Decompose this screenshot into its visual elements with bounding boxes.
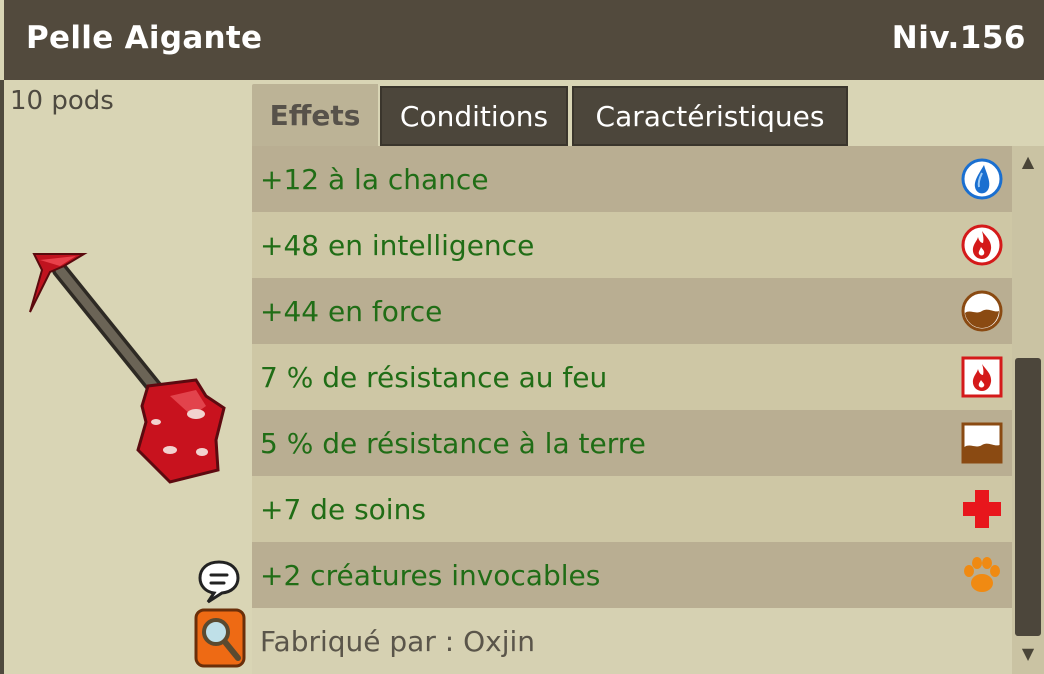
paw-icon	[964, 557, 1000, 592]
chat-bubble-icon[interactable]	[194, 556, 244, 606]
effect-row: +2 créatures invocables	[252, 542, 1012, 608]
tab-caracteristiques[interactable]: Caractéristiques	[572, 86, 848, 146]
item-weight: 10 pods	[10, 86, 114, 116]
effect-text: 7 % de résistance au feu	[260, 360, 608, 394]
item-tooltip-window: Pelle Aigante Niv.156 10 pods Effets Con	[0, 0, 1044, 674]
water-icon	[961, 158, 1003, 200]
effect-row: 7 % de résistance au feu	[252, 344, 1012, 410]
effects-scrollbar[interactable]: ▲ ▼	[1012, 146, 1044, 674]
effect-text: +2 créatures invocables	[260, 558, 601, 592]
effect-text: +7 de soins	[260, 492, 426, 526]
scroll-down-arrow-icon[interactable]: ▼	[1020, 646, 1036, 662]
effect-text: +44 en force	[260, 294, 443, 328]
item-image	[29, 253, 226, 484]
item-header: Pelle Aigante Niv.156	[4, 0, 1044, 80]
heal-cross-icon	[963, 490, 1001, 528]
fire-icon	[961, 224, 1003, 266]
effects-list: +12 à la chance +48 en intelligence +44 …	[252, 146, 1012, 674]
fire-resistance-icon	[961, 356, 1003, 398]
tab-conditions[interactable]: Conditions	[380, 86, 568, 146]
item-name: Pelle Aigante	[26, 20, 263, 56]
effect-text: +48 en intelligence	[260, 228, 535, 262]
effect-row: +44 en force	[252, 278, 1012, 344]
magnifier-icon[interactable]	[194, 608, 246, 668]
effect-row: +12 à la chance	[252, 146, 1012, 212]
window-left-border	[0, 80, 4, 674]
earth-icon	[961, 290, 1003, 332]
item-level: Niv.156	[891, 20, 1026, 56]
effect-text: 5 % de résistance à la terre	[260, 426, 646, 460]
effect-row: 5 % de résistance à la terre	[252, 410, 1012, 476]
effect-row: +7 de soins	[252, 476, 1012, 542]
crafted-by: Fabriqué par : Oxjin	[252, 608, 1012, 674]
effect-row: +48 en intelligence	[252, 212, 1012, 278]
scroll-thumb[interactable]	[1015, 358, 1041, 636]
crafted-by-text: Fabriqué par : Oxjin	[260, 624, 535, 658]
tab-effets[interactable]: Effets	[252, 84, 378, 146]
scroll-up-arrow-icon[interactable]: ▲	[1020, 154, 1036, 170]
earth-resistance-icon	[961, 422, 1003, 464]
effect-text: +12 à la chance	[260, 162, 489, 196]
